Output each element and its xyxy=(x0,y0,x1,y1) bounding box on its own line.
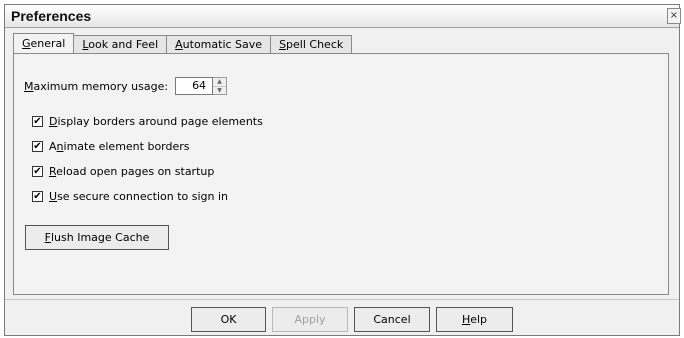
checkbox-box[interactable]: ✔ xyxy=(32,166,43,177)
tab-spell-check[interactable]: Spell Check xyxy=(270,35,353,54)
checkbox-secure-connection[interactable]: ✔ Use secure connection to sign in xyxy=(32,190,228,203)
flush-image-cache-button[interactable]: Flush Image Cache xyxy=(25,225,169,250)
memory-spinner[interactable]: ▲ ▼ xyxy=(213,77,228,95)
memory-row: Maximum memory usage: 64 ▲ ▼ xyxy=(24,77,228,95)
footer-divider xyxy=(5,299,679,300)
general-panel: Maximum memory usage: 64 ▲ ▼ ✔ Display b… xyxy=(13,53,669,295)
title-bar: Preferences × xyxy=(5,5,681,28)
memory-label: Maximum memory usage: xyxy=(24,79,169,93)
tab-look-and-feel[interactable]: Look and Feel xyxy=(73,35,168,54)
dialog-title: Preferences xyxy=(11,8,92,24)
tab-general[interactable]: General xyxy=(13,33,75,54)
help-button[interactable]: Help xyxy=(436,307,513,332)
cancel-button[interactable]: Cancel xyxy=(354,307,430,332)
ok-button[interactable]: OK xyxy=(191,307,266,332)
checkbox-label: Use secure connection to sign in xyxy=(49,190,229,203)
checkbox-box[interactable]: ✔ xyxy=(32,141,43,152)
spinner-down-icon[interactable]: ▼ xyxy=(213,87,226,95)
preferences-dialog: Preferences × General Look and Feel Auto… xyxy=(4,4,681,336)
checkbox-label: Animate element borders xyxy=(49,140,190,153)
checkbox-display-borders[interactable]: ✔ Display borders around page elements xyxy=(32,115,263,128)
checkbox-label: Display borders around page elements xyxy=(49,115,263,128)
tab-automatic-save[interactable]: Automatic Save xyxy=(166,35,272,54)
checkbox-box[interactable]: ✔ xyxy=(32,116,43,127)
memory-input[interactable]: 64 xyxy=(175,77,214,95)
tab-strip: General Look and Feel Automatic Save Spe… xyxy=(13,33,353,54)
apply-button[interactable]: Apply xyxy=(272,307,348,332)
close-icon[interactable]: × xyxy=(667,8,681,24)
checkbox-label: Reload open pages on startup xyxy=(49,165,215,178)
checkbox-box[interactable]: ✔ xyxy=(32,191,43,202)
checkbox-reload-pages[interactable]: ✔ Reload open pages on startup xyxy=(32,165,214,178)
checkbox-animate-borders[interactable]: ✔ Animate element borders xyxy=(32,140,190,153)
spinner-up-icon[interactable]: ▲ xyxy=(213,78,227,87)
